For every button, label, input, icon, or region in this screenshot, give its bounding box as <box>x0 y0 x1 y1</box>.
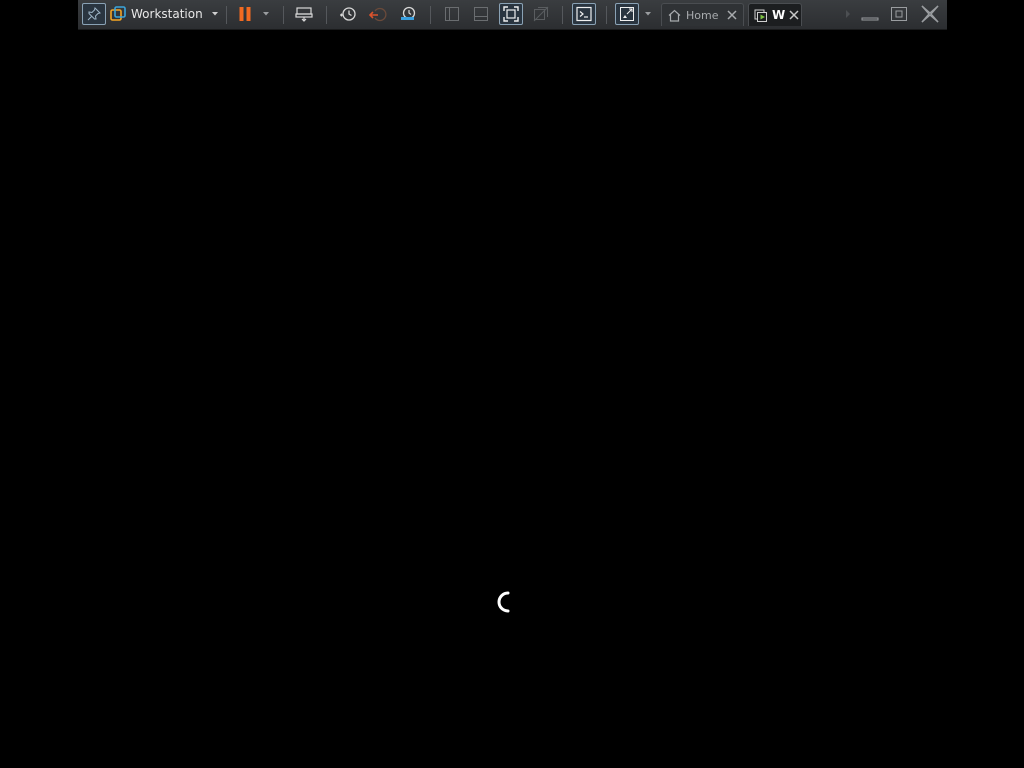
stretch-guest-button[interactable] <box>615 3 639 25</box>
toolbar-separator <box>283 6 284 24</box>
stretch-options-dropdown[interactable] <box>642 3 654 25</box>
close-icon[interactable] <box>789 10 799 20</box>
unity-mode-button[interactable] <box>530 3 552 25</box>
tab-scroll-right-button[interactable] <box>843 3 853 25</box>
home-icon <box>668 9 681 22</box>
close-window-icon <box>921 5 939 23</box>
minimize-button[interactable] <box>860 3 880 25</box>
power-options-dropdown[interactable] <box>259 3 273 25</box>
thumbnail-bar-icon <box>474 7 488 21</box>
unity-icon <box>533 6 549 22</box>
toolbar-separator <box>326 6 327 24</box>
close-icon[interactable] <box>727 10 737 20</box>
restore-button[interactable] <box>889 3 909 25</box>
send-ctrl-alt-del-button[interactable] <box>293 3 315 25</box>
caret-down-icon <box>211 12 218 16</box>
snapshot-clock-icon <box>340 7 356 21</box>
pause-button[interactable] <box>235 3 255 25</box>
vm-console-screen[interactable]: Workstation Home W <box>0 0 1024 768</box>
tab-home-label: Home <box>686 8 719 22</box>
toolbar-separator <box>562 6 563 24</box>
vm-running-icon <box>754 9 767 22</box>
full-screen-icon <box>503 6 519 22</box>
console-view-button[interactable] <box>572 3 596 25</box>
loading-spinner-icon <box>497 591 510 613</box>
full-screen-button[interactable] <box>499 3 523 25</box>
toolbar-separator <box>226 6 227 24</box>
snapshot-revert-icon <box>369 7 387 22</box>
toolbar-separator <box>430 6 431 24</box>
restore-icon <box>891 7 907 21</box>
show-library-button[interactable] <box>441 3 463 25</box>
chevron-right-icon <box>846 10 850 18</box>
pin-icon <box>87 7 101 21</box>
tab-virtual-machine-label: W <box>772 8 786 22</box>
caret-down-icon <box>263 12 269 16</box>
pause-icon <box>239 7 251 21</box>
toolbar-separator <box>606 6 607 24</box>
vmware-logo-icon <box>110 6 126 21</box>
workstation-menu-button[interactable]: Workstation <box>131 3 221 25</box>
show-thumbnail-bar-button[interactable] <box>470 3 492 25</box>
workstation-toolbar: Workstation Home W <box>78 0 947 30</box>
snapshot-manager-button[interactable] <box>397 3 419 25</box>
tab-virtual-machine[interactable]: W <box>748 3 802 26</box>
snapshot-manager-icon <box>401 6 416 20</box>
revert-snapshot-button[interactable] <box>367 3 389 25</box>
minimize-icon <box>861 17 879 21</box>
close-window-button[interactable] <box>919 3 941 25</box>
workstation-menu-label: Workstation <box>131 7 203 21</box>
vmware-logo <box>109 3 127 25</box>
caret-down-icon <box>645 12 651 16</box>
library-panel-icon <box>445 7 459 21</box>
keyboard-send-icon <box>295 7 313 22</box>
tab-home[interactable]: Home <box>661 3 744 26</box>
terminal-icon <box>576 6 592 22</box>
pin-toolbar-button[interactable] <box>82 3 106 25</box>
stretch-icon <box>620 7 634 21</box>
take-snapshot-button[interactable] <box>337 3 359 25</box>
